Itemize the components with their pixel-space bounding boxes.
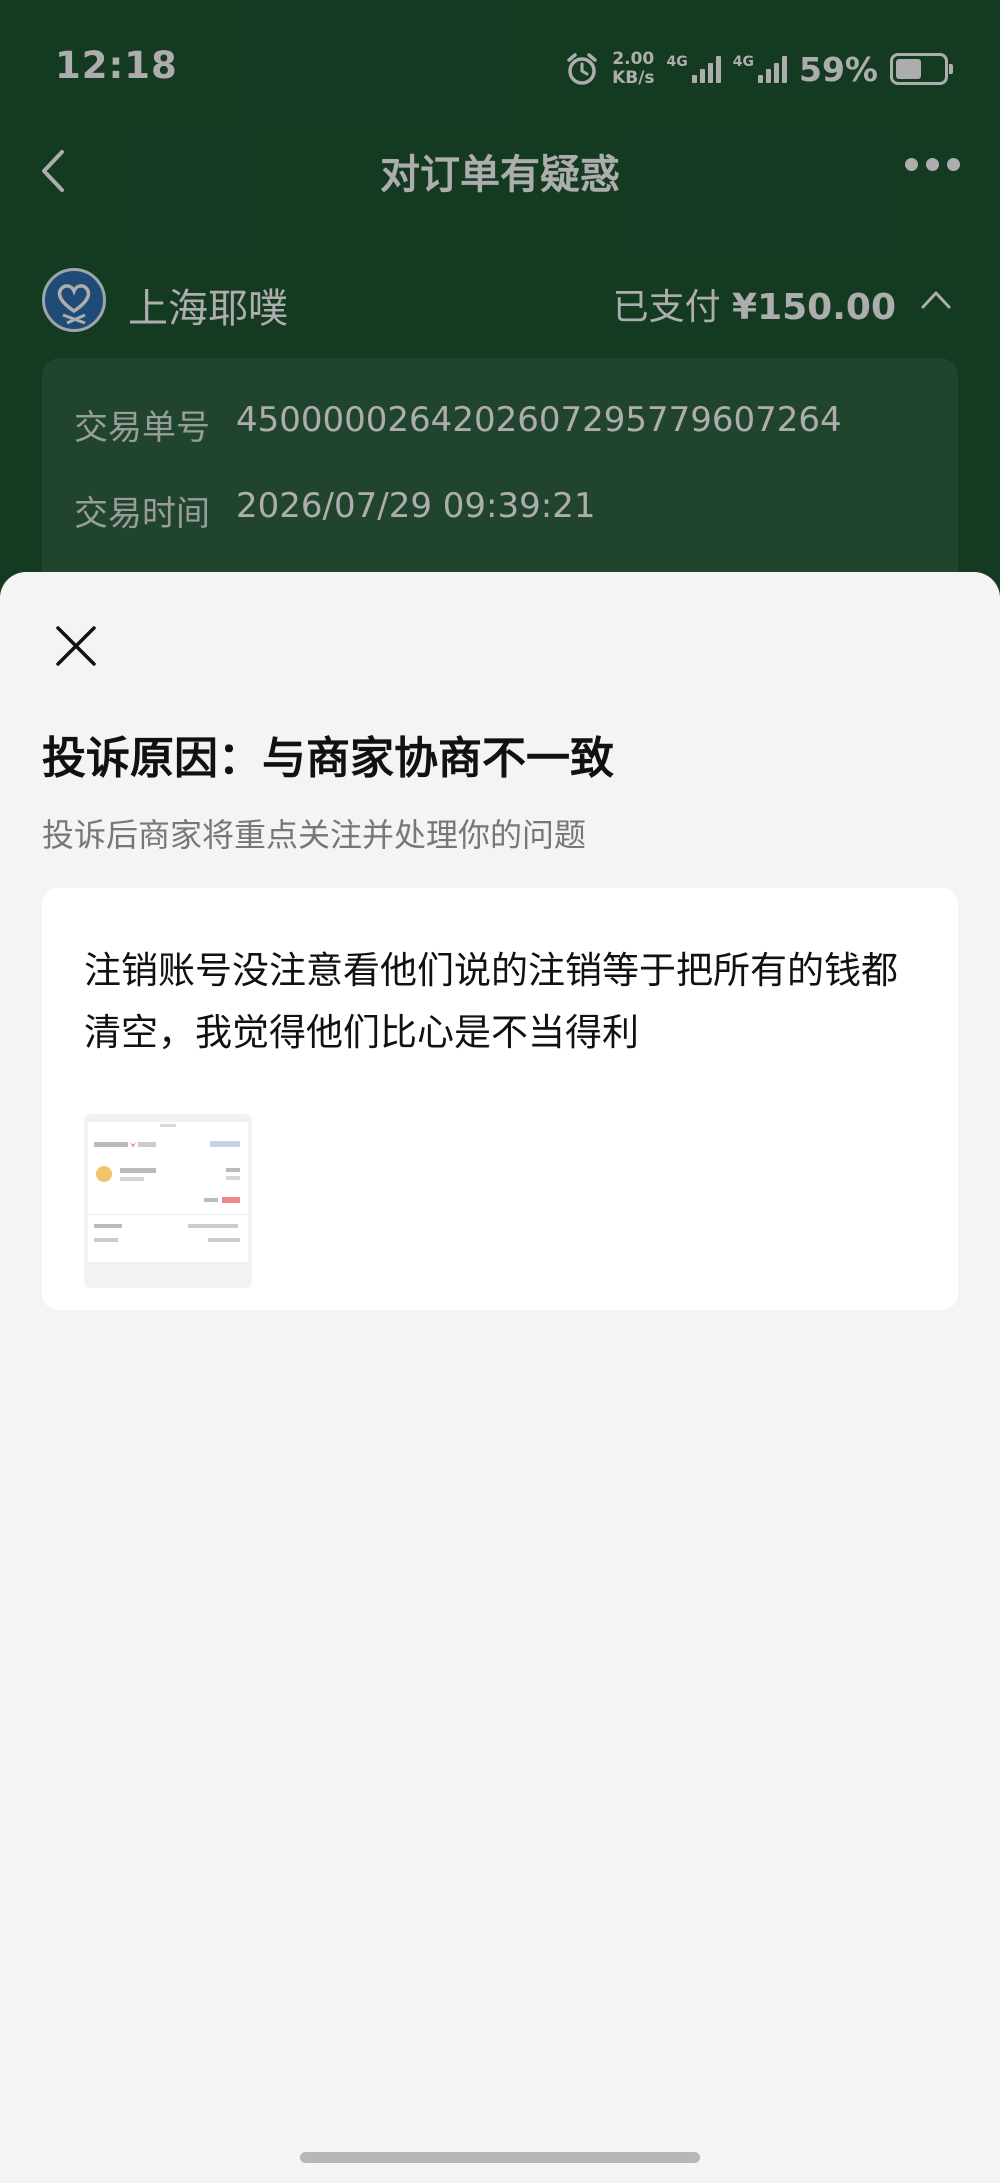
home-indicator[interactable] [300, 2152, 700, 2163]
screenshot-preview-image [84, 1114, 252, 1288]
complaint-content-card: 注销账号没注意看他们说的注销等于把所有的钱都清空，我觉得他们比心是不当得利 [42, 888, 958, 1310]
attachment-thumbnail[interactable] [84, 1114, 252, 1288]
modal-backdrop[interactable] [0, 0, 1000, 620]
complaint-sheet: 投诉原因：与商家协商不一致 投诉后商家将重点关注并处理你的问题 注销账号没注意看… [0, 572, 1000, 2183]
complaint-reason-title: 投诉原因：与商家协商不一致 [42, 733, 614, 784]
complaint-subtitle: 投诉后商家将重点关注并处理你的问题 [42, 816, 587, 854]
close-icon[interactable] [52, 622, 100, 670]
complaint-description: 注销账号没注意看他们说的注销等于把所有的钱都清空，我觉得他们比心是不当得利 [84, 949, 898, 1054]
